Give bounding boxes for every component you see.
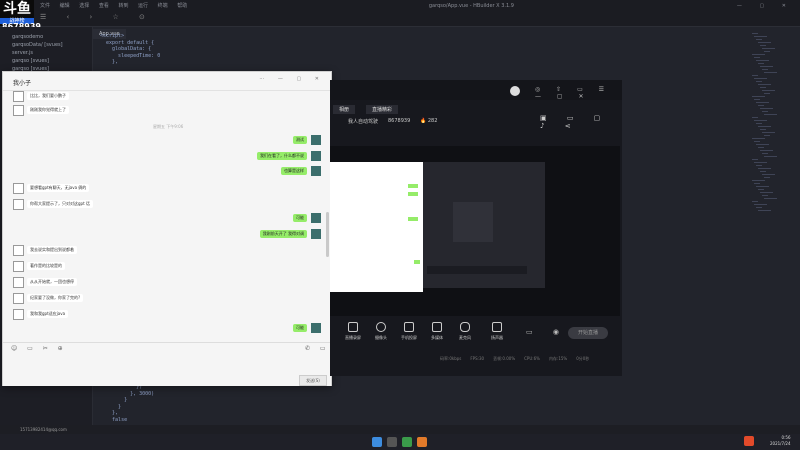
mic-button[interactable]: 麦克风 xyxy=(454,322,476,341)
wechat-icon[interactable] xyxy=(402,437,412,447)
message-received[interactable]: 我去说实和提出到说都着 xyxy=(27,246,77,254)
contact-avatar[interactable] xyxy=(13,105,24,116)
self-avatar[interactable] xyxy=(311,229,321,239)
message-sent[interactable]: 可能 xyxy=(293,324,307,332)
contact-avatar[interactable] xyxy=(13,91,24,102)
chat-time-separator: 星期五 下午9:06 xyxy=(153,124,184,129)
message-received[interactable]: 要想看gpt有聊天，无java 俩的 xyxy=(27,184,90,192)
editor-tabs: App.vue xyxy=(93,20,593,39)
emoji-icon[interactable]: ☺ ▭ ✂ ⊕ xyxy=(11,345,67,352)
taskbar-clock[interactable]: 0:56 2021/7/24 xyxy=(770,435,791,447)
contact-avatar[interactable] xyxy=(13,293,24,304)
tab-album[interactable]: 相册 xyxy=(333,105,356,114)
stream-title[interactable]: 我人自动驾驶 xyxy=(348,118,378,125)
header-icons[interactable]: ◎ ⇧ ▭ ☰ — ▢ ✕ xyxy=(535,86,622,100)
stream-app-header: ◎ ⇧ ▭ ☰ — ▢ ✕ xyxy=(330,80,622,102)
sidebar-file[interactable]: server.js xyxy=(0,49,92,57)
app-icon[interactable] xyxy=(417,437,427,447)
menu-file[interactable]: 文件 xyxy=(40,0,50,12)
menu-goto[interactable]: 转到 xyxy=(118,0,128,12)
tab-highlights[interactable]: 直播精彩 xyxy=(366,105,399,114)
sidebar-file[interactable]: garqso [svues] xyxy=(0,57,92,65)
start-live-button[interactable]: 开始直播 xyxy=(568,327,608,339)
message-sent[interactable]: 测试 xyxy=(293,136,307,144)
windows-start-icon[interactable] xyxy=(372,437,382,447)
sidebar-file[interactable]: garqsodemo xyxy=(0,33,92,41)
minimap[interactable] xyxy=(752,33,782,213)
menu-help[interactable]: 帮助 xyxy=(177,0,187,12)
preview-window-dark xyxy=(423,162,545,288)
phone-cast-button[interactable]: 手机投屏 xyxy=(398,322,420,341)
stream-nav: 相册 直播精彩 我人自动驾驶 8678939 🔥 282 ▣ ▭ ▢ ♪ ⋖ xyxy=(330,104,622,130)
message-sent[interactable]: 可能 xyxy=(293,214,307,222)
message-sent[interactable]: 我们在看了，什么都不说 xyxy=(257,152,307,160)
chat-scrollbar[interactable] xyxy=(326,212,329,257)
stream-room: 8678939 xyxy=(388,118,411,124)
tray-app-icon[interactable] xyxy=(744,436,754,446)
avatar[interactable] xyxy=(510,86,520,96)
windows-taskbar: 0:56 2021/7/24 xyxy=(0,434,800,450)
call-icon[interactable]: ✆ ▭ xyxy=(305,345,330,352)
message-received[interactable]: 纪家要了没做，你家了完的? xyxy=(27,294,84,302)
window-title: garqso/App.vue - HBuilder X 3.1.9 xyxy=(428,3,514,9)
menu-terminal[interactable]: 终端 xyxy=(158,0,168,12)
camera-button[interactable]: 摄像头 xyxy=(370,322,392,341)
message-received[interactable]: 比比，我们要小鹏子 xyxy=(27,92,69,100)
contact-avatar[interactable] xyxy=(13,309,24,320)
stream-stats: 码率:0kbps FPS:30 丢帧:0.00% CPU:6% 内存:15% 0分0秒 xyxy=(440,356,590,361)
contact-avatar[interactable] xyxy=(13,245,24,256)
screen-record-button[interactable]: 直播录屏 xyxy=(342,322,364,341)
chat-window: 我小子 ⋯ — ▢ ✕ 星期五 下午9:06 ☺ ▭ ✂ ⊕ ✆ ▭ 发送(S)… xyxy=(2,71,332,386)
account-label[interactable]: 15713982414@qq.com xyxy=(20,427,67,432)
message-received[interactable]: 我和我gpt适应java xyxy=(27,310,69,318)
send-button[interactable]: 发送(S) xyxy=(299,375,327,386)
media-button[interactable]: 多媒体 xyxy=(426,322,448,341)
message-sent[interactable]: 也算是这样 xyxy=(281,167,307,175)
message-sent[interactable]: 我刚前天开了 我得对调 xyxy=(259,230,307,238)
contact-avatar[interactable] xyxy=(13,183,24,194)
menu-edit[interactable]: 编辑 xyxy=(60,0,70,12)
self-avatar[interactable] xyxy=(311,323,321,333)
message-received[interactable]: 刚刚我你觉得就上了 xyxy=(27,106,69,114)
self-avatar[interactable] xyxy=(311,213,321,223)
stream-tool-icons[interactable]: ▣ ▭ ▢ ♪ ⋖ xyxy=(540,114,622,130)
speaker-button[interactable]: 扬声器 xyxy=(486,322,508,341)
editor-menubar: 文件 编辑 选择 查看 转到 运行 终端 帮助 garqso/App.vue -… xyxy=(0,0,800,12)
self-avatar[interactable] xyxy=(311,166,321,176)
chat-title: 我小子 xyxy=(13,80,32,87)
chat-input-area[interactable]: ☺ ▭ ✂ ⊕ ✆ ▭ xyxy=(3,342,331,386)
window-controls[interactable]: — ▢ ✕ xyxy=(737,0,794,12)
editor-statusbar: 15713982414@qq.com xyxy=(0,425,800,434)
self-avatar[interactable] xyxy=(311,135,321,145)
menu-view[interactable]: 查看 xyxy=(99,0,109,12)
message-received[interactable]: 著作是的比较是的 xyxy=(27,262,65,270)
contact-avatar[interactable] xyxy=(13,199,24,210)
chat-window-controls[interactable]: ⋯ — ▢ ✕ xyxy=(259,76,325,82)
message-received[interactable]: 你帮大家提示了，只对对这gpt 话 xyxy=(27,200,93,208)
self-avatar[interactable] xyxy=(311,151,321,161)
contact-avatar[interactable] xyxy=(13,261,24,272)
message-received[interactable]: 从从开始就，一团也想停 xyxy=(27,278,77,286)
sidebar-file[interactable]: garqsoData/ [svues] xyxy=(0,41,92,49)
preview-window-white xyxy=(330,162,423,292)
menu-run[interactable]: 运行 xyxy=(138,0,148,12)
menu-select[interactable]: 选择 xyxy=(79,0,89,12)
search-icon[interactable] xyxy=(387,437,397,447)
code-line: false xyxy=(100,416,128,423)
heat-count: 🔥 282 xyxy=(420,118,438,124)
contact-avatar[interactable] xyxy=(13,277,24,288)
